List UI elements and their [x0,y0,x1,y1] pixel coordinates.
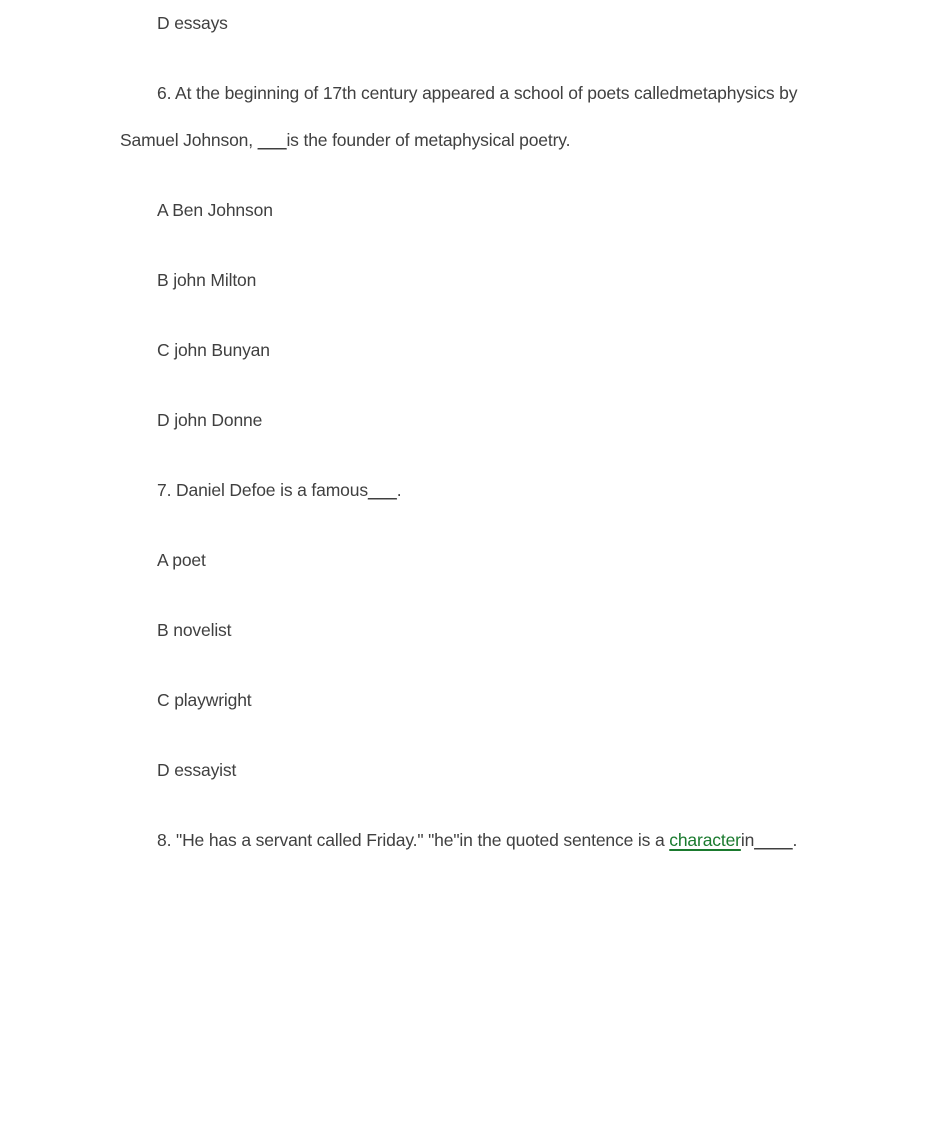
question-6-option-d: D john Donne [157,410,263,430]
question-8-stem: 8. "He has a servant called Friday." "he… [120,817,826,864]
question-7-option-b: B novelist [157,620,232,640]
question-7-period: . [396,480,402,500]
question-7-option-c: C playwright [157,690,252,710]
question-8-line2-pre: in [740,830,755,850]
question-7-blank: ___ [367,480,397,500]
question-8-blank: ____ [754,830,793,850]
question-7-text: 7. Daniel Defoe is a famous [157,480,368,500]
question-6-line2-post: is the founder of metaphysical poetry. [286,130,571,150]
question-7-stem: 7. Daniel Defoe is a famous___. [120,467,826,514]
option-item: D essays [157,13,228,33]
document-page: D essays 6. At the beginning of 17th cen… [0,0,945,1123]
question-7-option-a: A poet [157,550,206,570]
question-8-period: . [792,830,798,850]
character-link[interactable]: character [669,830,741,850]
question-6-option-b: B john Milton [157,270,257,290]
question-8-line1: 8. "He has a servant called Friday." "he… [157,830,670,850]
question-7-option-d: D essayist [157,760,237,780]
question-6-stem: 6. At the beginning of 17th century appe… [120,70,826,164]
question-6-option-a: A Ben Johnson [157,200,273,220]
question-6-option-c: C john Bunyan [157,340,270,360]
question-6-blank: ___ [257,130,287,150]
question-6-line1: 6. At the beginning of 17th century appe… [157,83,679,103]
document-body: D essays 6. At the beginning of 17th cen… [120,0,826,864]
